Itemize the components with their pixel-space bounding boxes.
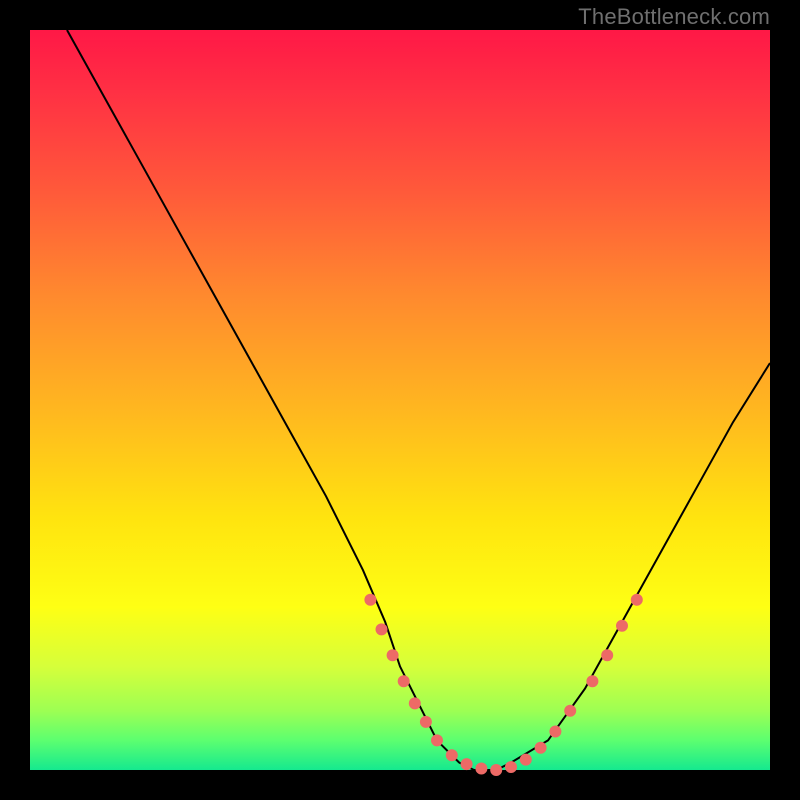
highlight-dot xyxy=(475,763,487,775)
chart-svg xyxy=(30,30,770,770)
highlight-dot xyxy=(586,675,598,687)
highlight-dot xyxy=(535,742,547,754)
highlight-dot xyxy=(564,705,576,717)
highlight-dot xyxy=(376,623,388,635)
highlight-dot xyxy=(364,594,376,606)
highlight-dot xyxy=(601,649,613,661)
highlight-dot xyxy=(409,697,421,709)
highlight-dot xyxy=(616,620,628,632)
highlight-dot xyxy=(446,749,458,761)
chart-frame: TheBottleneck.com xyxy=(0,0,800,800)
highlight-dot xyxy=(520,754,532,766)
watermark-text: TheBottleneck.com xyxy=(578,4,770,30)
highlight-dot xyxy=(461,758,473,770)
marker-group xyxy=(364,594,642,776)
highlight-dot xyxy=(431,734,443,746)
highlight-dot xyxy=(420,716,432,728)
bottleneck-curve xyxy=(67,30,770,770)
highlight-dot xyxy=(549,726,561,738)
highlight-dot xyxy=(398,675,410,687)
highlight-dot xyxy=(387,649,399,661)
highlight-dot xyxy=(490,764,502,776)
highlight-dot xyxy=(631,594,643,606)
highlight-dot xyxy=(505,761,517,773)
